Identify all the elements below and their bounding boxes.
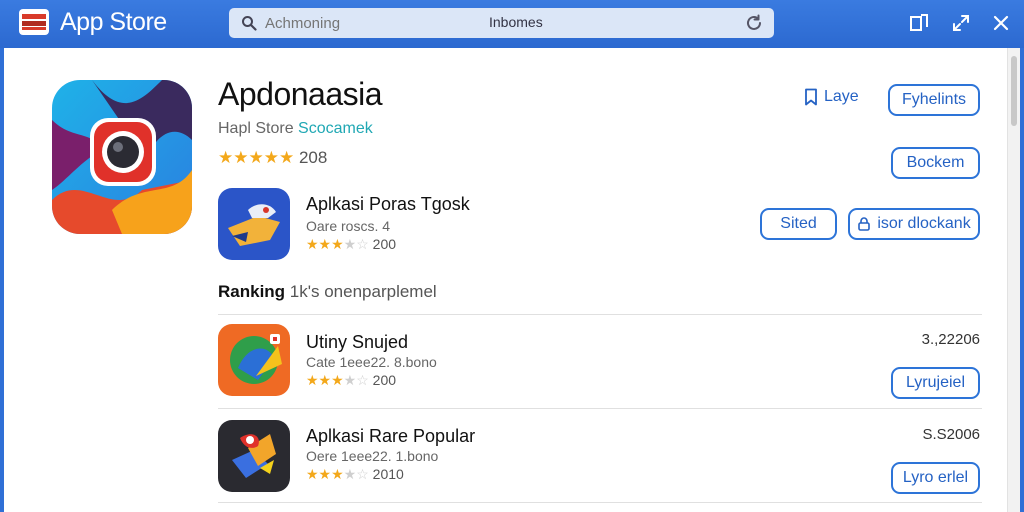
- list-app-meta: Oere 1eee22. 1.bono: [306, 448, 439, 464]
- related-app-meta: Oare roscs. 4: [306, 218, 391, 234]
- featured-app-subtitle: Hapl Store Scocamek: [218, 120, 373, 138]
- ranking-label: Ranking: [218, 282, 286, 301]
- list-app-button-label: Lyrujeiel: [906, 374, 965, 391]
- list-app-icon[interactable]: [218, 420, 290, 492]
- block-button-label: Bockem: [906, 154, 965, 171]
- rating-stars: ★★★★☆: [306, 372, 369, 388]
- list-app-button-label: Lyro erlel: [902, 469, 969, 486]
- scrollbar-thumb[interactable]: [1011, 56, 1017, 126]
- title-bar: App Store Inbomes: [0, 0, 1024, 48]
- featured-app-category: Scocamek: [298, 120, 373, 137]
- search-input[interactable]: [265, 8, 485, 38]
- related-secondary-button[interactable]: isor dlockank: [848, 208, 980, 240]
- content-area: Apdonaasia Hapl Store Scocamek ★★★★★ 208…: [4, 48, 1020, 512]
- app-title: App Store: [60, 8, 167, 36]
- related-app-icon[interactable]: [218, 188, 290, 260]
- rating-count: 200: [372, 372, 397, 388]
- list-app-button[interactable]: Lyro erlel: [891, 462, 980, 494]
- app-store-logo: [19, 9, 49, 35]
- get-button-label: Fyhelints: [901, 91, 967, 108]
- divider: [218, 502, 982, 503]
- app-store-window: App Store Inbomes: [0, 0, 1024, 512]
- featured-app-icon[interactable]: [52, 80, 192, 234]
- search-hint: Inbomes: [489, 14, 543, 30]
- restore-button[interactable]: [908, 12, 930, 34]
- expand-icon: [953, 15, 969, 31]
- featured-app-publisher: Hapl Store: [218, 120, 294, 137]
- list-app-rating: ★★★★☆ 200: [306, 372, 396, 389]
- scrollbar[interactable]: [1007, 48, 1020, 512]
- save-link[interactable]: Laye: [804, 88, 859, 106]
- featured-app-rating: ★★★★★ 208: [218, 148, 327, 168]
- related-app-rating: ★★★★☆ 200: [306, 236, 396, 253]
- rating-count: 208: [298, 148, 328, 167]
- list-app-button[interactable]: Lyrujeiel: [891, 367, 980, 399]
- list-app-meta: Cate 1eee22. 8.bono: [306, 354, 437, 370]
- list-app-price: S.S2006: [922, 426, 980, 443]
- rating-stars: ★★★★★: [218, 148, 295, 167]
- list-app-name: Utiny Snujed: [306, 332, 409, 352]
- list-app-icon[interactable]: [218, 324, 290, 396]
- related-primary-label: Sited: [780, 215, 817, 232]
- rating-count: 200: [372, 236, 397, 252]
- divider: [218, 314, 982, 315]
- refresh-icon[interactable]: [744, 13, 764, 33]
- search-bar[interactable]: Inbomes: [229, 8, 774, 38]
- related-app-name: Aplkasi Poras Tgosk: [306, 194, 470, 214]
- save-link-label: Laye: [824, 88, 859, 105]
- close-icon: [993, 15, 1009, 31]
- rating-count: 2010: [372, 466, 404, 482]
- expand-button[interactable]: [950, 12, 972, 34]
- divider: [218, 408, 982, 409]
- ranking-sublabel: 1k's onenparplemel: [289, 282, 437, 301]
- list-app-price: 3.,22206: [921, 331, 980, 348]
- related-secondary-label: isor dlockank: [877, 215, 971, 232]
- get-button[interactable]: Fyhelints: [888, 84, 980, 116]
- ranking-header: Ranking 1k's onenparplemel: [218, 282, 437, 302]
- bookmark-icon: [805, 88, 817, 106]
- related-primary-button[interactable]: Sited: [760, 208, 837, 240]
- rating-stars: ★★★★☆: [306, 236, 369, 252]
- close-button[interactable]: [990, 12, 1012, 34]
- list-app-rating: ★★★★☆ 2010: [306, 466, 404, 483]
- list-app-name: Aplkasi Rare Popular: [306, 426, 476, 446]
- lock-icon: [858, 217, 871, 231]
- restore-icon: [910, 14, 928, 31]
- search-icon: [242, 16, 257, 31]
- rating-stars: ★★★★☆: [306, 466, 369, 482]
- featured-app-title: Apdonaasia: [218, 76, 383, 112]
- block-button[interactable]: Bockem: [891, 147, 980, 179]
